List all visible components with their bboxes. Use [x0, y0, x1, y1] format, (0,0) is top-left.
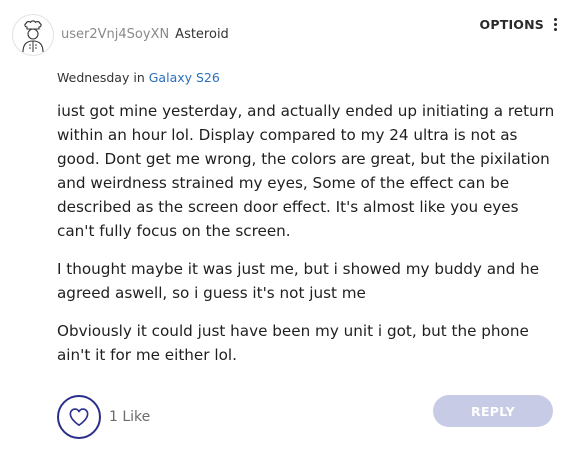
post-day: Wednesday	[57, 70, 130, 85]
like-count[interactable]: 1 Like	[109, 409, 150, 425]
like-area: 1 Like	[57, 395, 150, 439]
chef-avatar-icon[interactable]	[12, 14, 54, 56]
options-label: OPTIONS	[479, 17, 544, 32]
post-in-text: in	[133, 70, 145, 85]
heart-icon	[69, 408, 89, 426]
kebab-menu-icon	[554, 18, 557, 31]
like-button[interactable]	[57, 395, 101, 439]
board-link[interactable]: Galaxy S26	[149, 70, 220, 85]
post-paragraph: Obviously it could just have been my uni…	[57, 322, 529, 364]
author-rank: Asteroid	[175, 27, 229, 42]
forum-post: user2Vnj4SoyXN Asteroid OPTIONS Wednesday…	[0, 0, 570, 458]
post-body: iust got mine yesterday, and actually en…	[57, 99, 557, 381]
post-paragraph: I thought maybe it was just me, but i sh…	[57, 260, 540, 302]
post-paragraph: iust got mine yesterday, and actually en…	[57, 102, 555, 240]
reply-button[interactable]: REPLY	[433, 395, 553, 427]
author-meta: user2Vnj4SoyXN Asteroid	[61, 27, 229, 42]
options-menu-button[interactable]: OPTIONS	[480, 17, 557, 32]
author-username[interactable]: user2Vnj4SoyXN	[61, 27, 169, 42]
post-meta: Wednesday in Galaxy S26	[57, 70, 220, 85]
